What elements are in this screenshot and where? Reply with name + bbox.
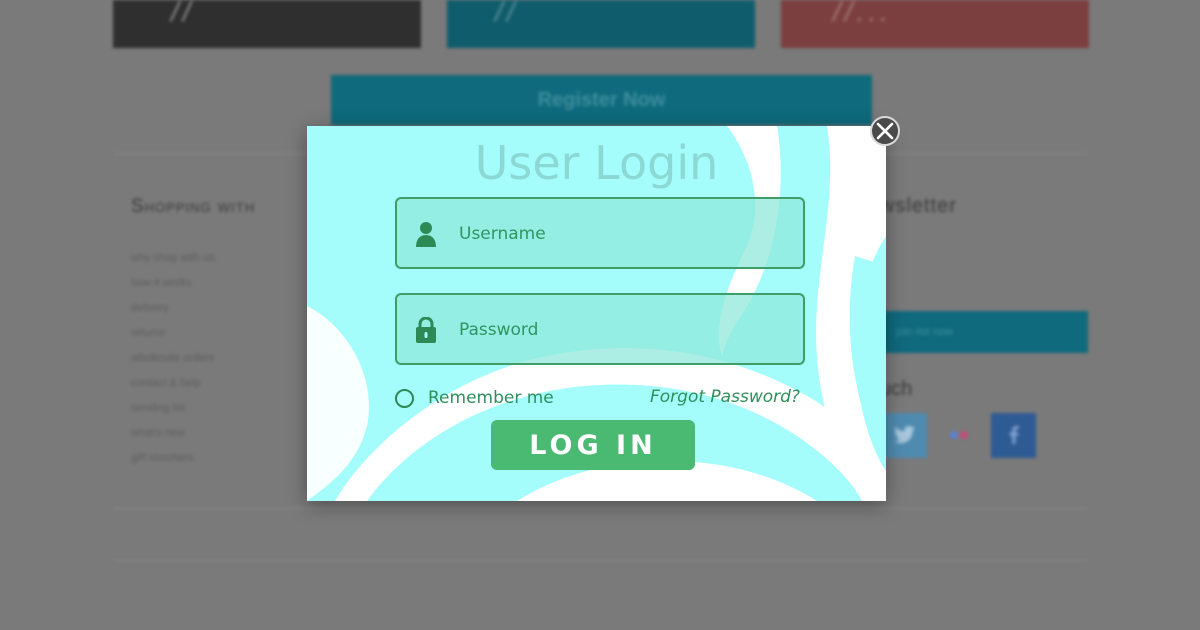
footer-link[interactable]: why shop with us xyxy=(131,252,215,277)
footer-link[interactable]: how it works xyxy=(131,277,215,302)
footer-link[interactable]: gift vouchers xyxy=(131,452,215,477)
username-input[interactable] xyxy=(459,217,779,251)
forgot-password-link[interactable]: Forgot Password? xyxy=(650,387,800,407)
footer-link[interactable]: contact & help xyxy=(131,377,215,402)
remember-me-label: Remember me xyxy=(428,388,554,408)
footer-link[interactable]: what's new xyxy=(131,427,215,452)
quote-mark: // xyxy=(171,0,195,27)
remember-me-radio[interactable] xyxy=(395,388,414,408)
divider xyxy=(113,560,1088,561)
remember-me-option[interactable]: Remember me xyxy=(395,388,554,408)
divider xyxy=(113,508,1088,509)
newsletter-heading: wsletter xyxy=(880,195,957,217)
quote-mark: //... xyxy=(833,0,892,27)
testimonial-tile-dark: // xyxy=(113,0,421,48)
shopping-links: why shop with us how it works delivery r… xyxy=(131,252,215,477)
flickr-icon[interactable] xyxy=(936,413,981,458)
footer-link[interactable]: delivery xyxy=(131,302,215,327)
password-field[interactable] xyxy=(395,293,805,365)
testimonial-tile-red: //... xyxy=(781,0,1089,48)
password-input[interactable] xyxy=(459,313,779,347)
quote-mark: // xyxy=(495,0,519,27)
social-icon[interactable] xyxy=(991,413,1036,458)
lock-icon xyxy=(416,317,436,343)
footer-link[interactable]: wholesale orders xyxy=(131,352,215,377)
testimonial-tile-teal: // xyxy=(447,0,755,48)
login-modal: User Login Remember me Forgot Password? … xyxy=(307,126,886,501)
twitter-icon[interactable] xyxy=(882,413,927,458)
username-field[interactable] xyxy=(395,197,805,269)
register-now-button[interactable]: Register Now xyxy=(331,75,872,125)
footer-link[interactable]: sending list xyxy=(131,402,215,427)
login-title: User Login xyxy=(474,136,719,190)
login-button[interactable]: LOG IN xyxy=(491,420,695,470)
footer-link[interactable]: returns xyxy=(131,327,215,352)
user-icon xyxy=(416,222,436,247)
newsletter-button[interactable]: join list now xyxy=(880,311,1088,353)
close-icon xyxy=(876,122,894,140)
shopping-heading: Shopping with xyxy=(131,196,256,217)
close-button[interactable] xyxy=(870,116,900,146)
